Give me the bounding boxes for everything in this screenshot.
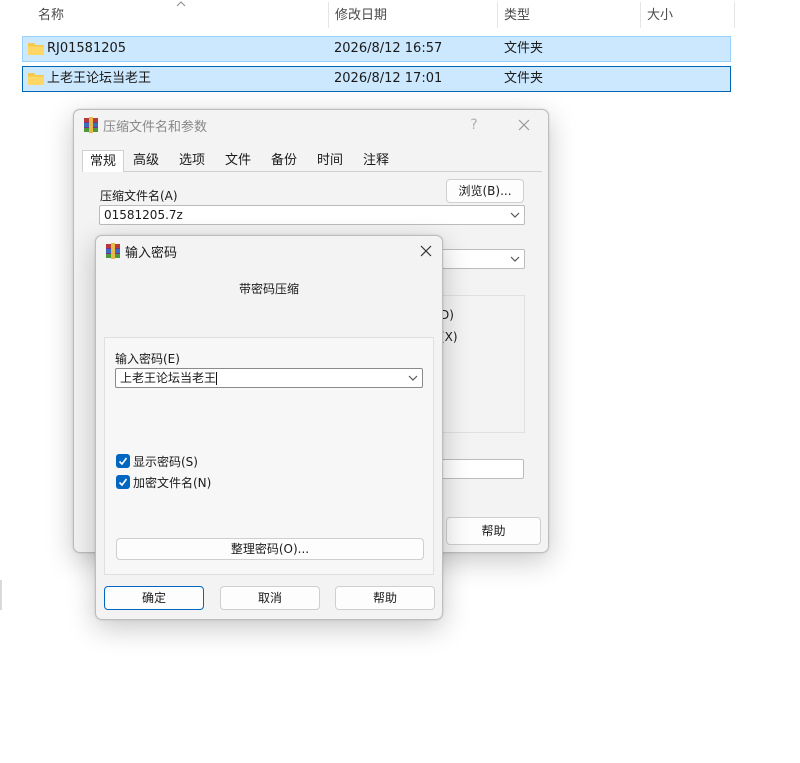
help-button[interactable]: 帮助 bbox=[335, 586, 435, 610]
archive-dialog-title: 压缩文件名和参数 bbox=[103, 120, 208, 135]
filename-label: 压缩文件名(A) bbox=[100, 189, 178, 203]
password-label: 输入密码(E) bbox=[115, 352, 180, 366]
password-input-value: 上老王论坛当老王 bbox=[120, 371, 217, 385]
password-dialog-titlebar[interactable]: 输入密码 bbox=[96, 236, 442, 266]
archive-filename-value: 01581205.7z bbox=[104, 208, 183, 222]
chevron-down-icon bbox=[510, 256, 520, 262]
column-type[interactable]: 类型 bbox=[494, 0, 634, 32]
file-date: 2026/8/12 17:01 bbox=[334, 71, 443, 86]
tab-general[interactable]: 常规 bbox=[82, 150, 124, 172]
show-password-label[interactable]: 显示密码(S) bbox=[133, 453, 198, 470]
winrar-icon bbox=[106, 243, 120, 259]
folder-icon bbox=[28, 43, 44, 55]
checkmark-icon bbox=[118, 478, 128, 487]
tab-options[interactable]: 选项 bbox=[172, 150, 212, 172]
archive-filename-combo[interactable]: 01581205.7z bbox=[99, 205, 525, 225]
tab-files[interactable]: 文件 bbox=[218, 150, 258, 172]
column-divider[interactable] bbox=[734, 2, 735, 28]
browse-button[interactable]: 浏览(B)... bbox=[446, 179, 524, 203]
file-row[interactable]: 上老王论坛当老王 2026/8/12 17:01 文件夹 bbox=[22, 66, 731, 92]
password-dialog: 输入密码 带密码压缩 输入密码(E) 上老王论坛当老王 显示密码(S) 加密文件… bbox=[95, 235, 443, 620]
file-type: 文件夹 bbox=[504, 41, 544, 56]
file-name: 上老王论坛当老王 bbox=[47, 71, 152, 86]
close-icon bbox=[420, 245, 432, 257]
column-date[interactable]: 修改日期 bbox=[325, 0, 495, 32]
password-group: 输入密码(E) 上老王论坛当老王 显示密码(S) 加密文件名(N) 整理密码(O… bbox=[104, 337, 434, 575]
folder-icon bbox=[28, 73, 44, 85]
scrollbar-stub[interactable] bbox=[0, 580, 2, 610]
text-cursor bbox=[216, 372, 218, 385]
file-date: 2026/8/12 16:57 bbox=[334, 41, 443, 56]
password-input[interactable]: 上老王论坛当老王 bbox=[115, 368, 423, 388]
winrar-icon bbox=[84, 117, 98, 133]
tab-comment[interactable]: 注释 bbox=[356, 150, 396, 172]
close-icon bbox=[518, 119, 530, 131]
file-type: 文件夹 bbox=[504, 71, 544, 86]
tab-advanced[interactable]: 高级 bbox=[126, 150, 166, 172]
password-heading: 带密码压缩 bbox=[238, 282, 299, 296]
close-button[interactable] bbox=[510, 114, 538, 136]
encrypt-filenames-checkbox[interactable] bbox=[116, 475, 130, 489]
help-icon[interactable]: ? bbox=[460, 114, 488, 136]
encrypt-filenames-label[interactable]: 加密文件名(N) bbox=[133, 474, 211, 491]
tab-time[interactable]: 时间 bbox=[310, 150, 350, 172]
archive-help-button[interactable]: 帮助 bbox=[446, 517, 541, 545]
screen: 名称 修改日期 类型 大小 RJ01581205 2026/8/12 16:57… bbox=[0, 0, 800, 763]
password-dialog-title: 输入密码 bbox=[125, 246, 178, 261]
column-name[interactable]: 名称 bbox=[28, 0, 328, 32]
ok-button[interactable]: 确定 bbox=[104, 586, 204, 610]
cancel-button[interactable]: 取消 bbox=[220, 586, 320, 610]
tab-strip: 常规 高级 选项 文件 备份 时间 注释 bbox=[82, 150, 542, 172]
column-size[interactable]: 大小 bbox=[637, 0, 733, 32]
chevron-down-icon bbox=[510, 212, 520, 218]
column-header: 名称 修改日期 类型 大小 bbox=[0, 0, 736, 32]
file-row[interactable]: RJ01581205 2026/8/12 16:57 文件夹 bbox=[22, 36, 731, 62]
file-name: RJ01581205 bbox=[47, 41, 127, 56]
show-password-checkbox[interactable] bbox=[116, 454, 130, 468]
chevron-down-icon bbox=[408, 375, 418, 381]
close-button[interactable] bbox=[412, 240, 440, 262]
archive-dialog-titlebar[interactable]: 压缩文件名和参数 ? bbox=[74, 110, 548, 140]
organize-passwords-button[interactable]: 整理密码(O)... bbox=[116, 538, 424, 560]
checkmark-icon bbox=[118, 457, 128, 466]
tab-backup[interactable]: 备份 bbox=[264, 150, 304, 172]
